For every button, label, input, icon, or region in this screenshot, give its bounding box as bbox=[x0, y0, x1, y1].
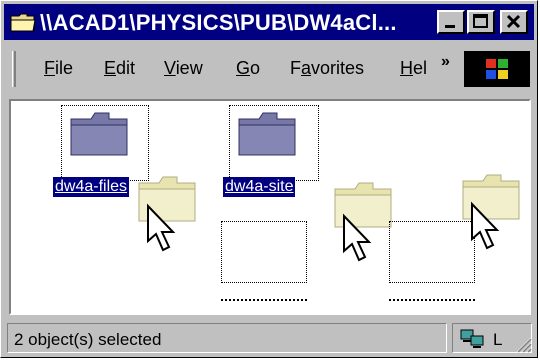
drag-cursor-icon bbox=[147, 203, 176, 252]
minimize-button[interactable] bbox=[437, 10, 465, 34]
status-selection-pane: 2 object(s) selected bbox=[7, 323, 447, 353]
explorer-window: \\ACAD1\PHYSICS\PUB\DW4aCl... File Edit … bbox=[0, 0, 538, 358]
menu-bar: File Edit View Go Favorites Hel » bbox=[4, 45, 534, 93]
close-icon bbox=[506, 14, 521, 29]
close-button[interactable] bbox=[500, 10, 528, 34]
menu-help[interactable]: Hel bbox=[400, 58, 427, 79]
folder-content-pane[interactable]: dw4a-files dw4a-site bbox=[9, 99, 531, 315]
menu-go[interactable]: Go bbox=[236, 58, 260, 79]
menu-view[interactable]: View bbox=[164, 58, 203, 79]
toolbar-grip[interactable] bbox=[12, 51, 16, 87]
menu-favorites[interactable]: Favorites bbox=[290, 58, 364, 79]
folder-label-dw4a-files[interactable]: dw4a-files bbox=[53, 177, 130, 197]
drag-outline bbox=[221, 221, 307, 283]
drag-label-outline bbox=[389, 299, 475, 301]
drag-cursor-icon bbox=[471, 201, 500, 250]
windows-logo bbox=[464, 51, 530, 87]
network-computer-icon bbox=[460, 329, 484, 348]
status-selection-text: 2 object(s) selected bbox=[14, 330, 162, 349]
menu-edit[interactable]: Edit bbox=[104, 58, 135, 79]
maximize-icon bbox=[473, 14, 488, 28]
folder-label-dw4a-site[interactable]: dw4a-site bbox=[223, 177, 296, 197]
folder-icon[interactable] bbox=[237, 109, 299, 159]
status-zone-text: L bbox=[493, 330, 503, 349]
drag-outline bbox=[389, 221, 475, 283]
maximize-button[interactable] bbox=[467, 10, 495, 34]
menu-overflow-chevron[interactable]: » bbox=[441, 53, 450, 71]
folder-icon bbox=[10, 13, 36, 32]
window-title: \\ACAD1\PHYSICS\PUB\DW4aCl... bbox=[40, 10, 397, 35]
drag-label-outline bbox=[221, 299, 307, 301]
folder-icon[interactable] bbox=[69, 109, 131, 159]
resize-grip-icon[interactable] bbox=[512, 333, 532, 353]
minimize-icon bbox=[445, 25, 455, 28]
title-bar[interactable]: \\ACAD1\PHYSICS\PUB\DW4aCl... bbox=[4, 4, 534, 40]
windows-flag-icon bbox=[486, 59, 508, 79]
status-bar: 2 object(s) selected L bbox=[4, 321, 534, 355]
menu-file[interactable]: File bbox=[44, 58, 73, 79]
drag-cursor-icon bbox=[343, 213, 372, 262]
